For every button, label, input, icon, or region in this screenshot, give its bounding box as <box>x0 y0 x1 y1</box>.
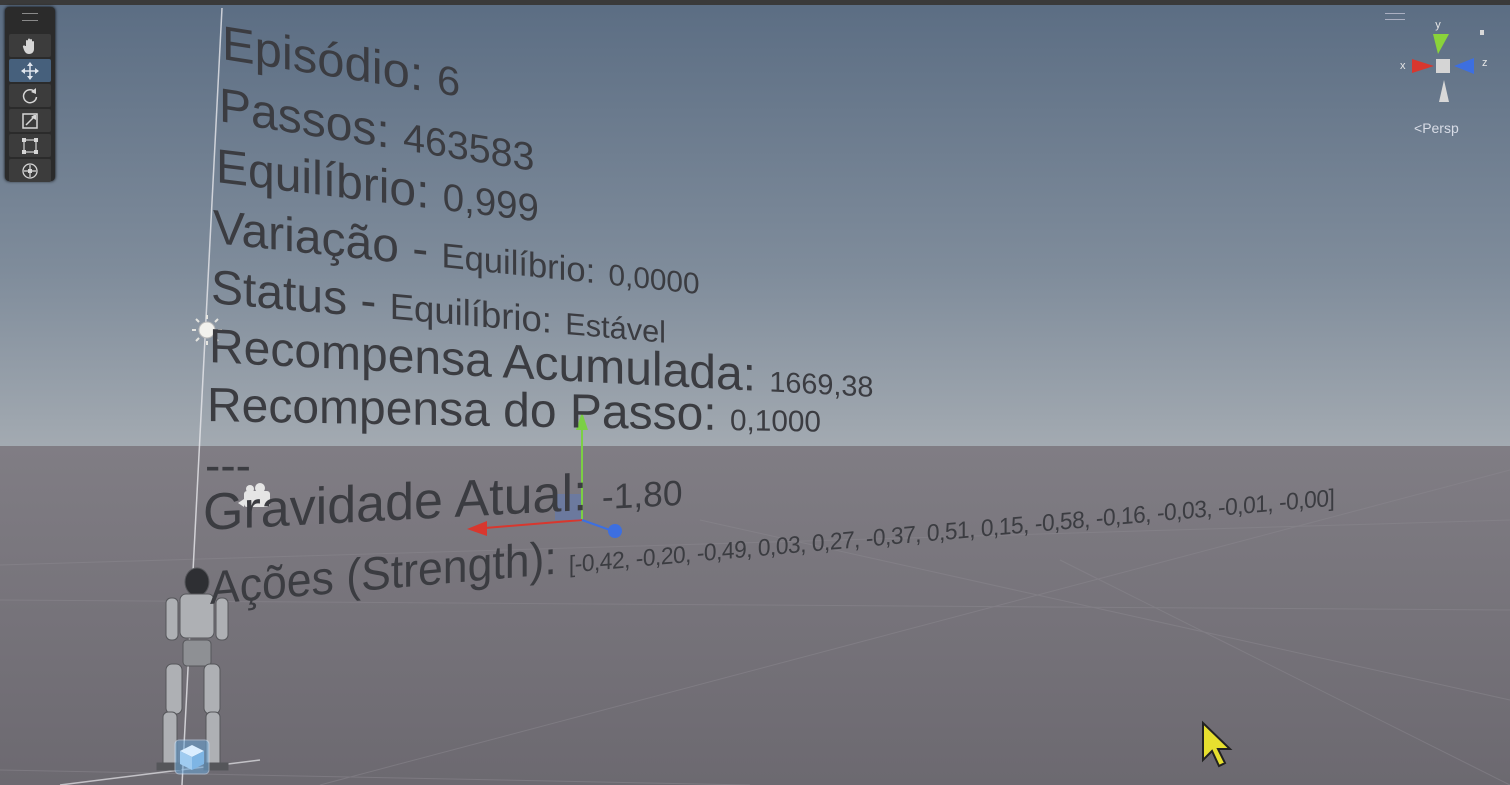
transform-icon <box>22 162 38 179</box>
rotate-icon <box>22 87 38 103</box>
chevron-left-icon: < <box>1414 120 1423 136</box>
scale-icon <box>22 112 38 129</box>
transform-tool-button[interactable] <box>9 159 51 182</box>
scale-tool-button[interactable] <box>9 109 51 132</box>
z-axis-cone[interactable] <box>1454 58 1474 74</box>
y-axis-cone[interactable] <box>1433 34 1449 54</box>
rect-tool-button[interactable] <box>9 134 51 157</box>
gizmo-center-cube[interactable] <box>1436 59 1450 73</box>
hand-tool-button[interactable] <box>9 34 51 57</box>
gameobject-icon[interactable] <box>174 739 210 775</box>
hand-icon <box>22 38 34 54</box>
x-axis-cone[interactable] <box>1412 59 1434 73</box>
y-axis-label: y <box>1435 19 1441 31</box>
mouse-cursor-icon <box>1202 720 1233 768</box>
projection-toggle[interactable]: <Persp <box>1414 120 1459 136</box>
tool-palette <box>5 7 55 182</box>
rotate-tool-button[interactable] <box>9 84 51 107</box>
palette-grip[interactable] <box>22 13 38 21</box>
x-axis-label: x <box>1400 60 1406 72</box>
move-icon <box>21 61 39 80</box>
step-reward-text: Recompensa do Passo: 0,1000 <box>207 379 821 441</box>
scene-orientation-gizmo[interactable]: y x z <box>1390 16 1500 136</box>
move-tool-button[interactable] <box>9 59 51 82</box>
z-axis-label: z <box>1482 57 1488 69</box>
rect-transform-icon <box>22 137 38 154</box>
window-top-border <box>0 0 1510 5</box>
